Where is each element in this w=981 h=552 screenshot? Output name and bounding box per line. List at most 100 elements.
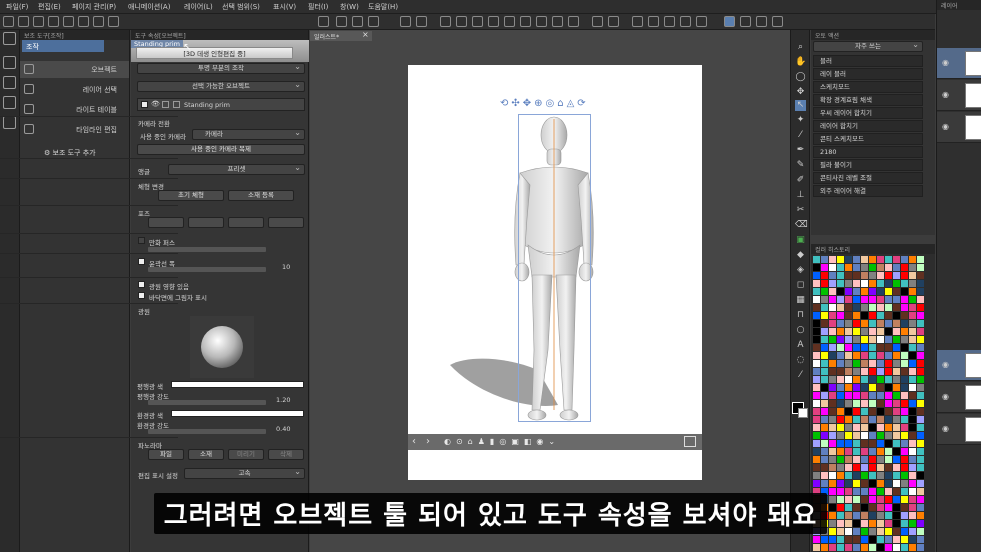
color-swatch[interactable] (845, 384, 852, 391)
color-swatch[interactable] (901, 368, 908, 375)
transparent-operation-dropdown[interactable]: 투명 부분의 조작 (137, 63, 305, 74)
color-swatch[interactable] (917, 304, 924, 311)
color-swatch[interactable] (877, 392, 884, 399)
color-swatch[interactable] (885, 360, 892, 367)
color-swatch[interactable] (885, 416, 892, 423)
color-swatch[interactable] (829, 344, 836, 351)
next-icon[interactable]: › (426, 436, 430, 447)
color-swatch[interactable] (829, 368, 836, 375)
color-swatch[interactable] (885, 424, 892, 431)
color-swatch[interactable] (829, 408, 836, 415)
layer-list-row[interactable]: 👁 Standing prim (137, 98, 305, 111)
color-swatch[interactable] (909, 272, 916, 279)
frame-icon[interactable]: ▦ (795, 295, 806, 306)
action-item[interactable]: 레이어 합치기 (813, 120, 923, 132)
blend-icon[interactable]: ▣ (795, 235, 806, 246)
color-swatch[interactable] (869, 408, 876, 415)
color-swatch[interactable] (837, 272, 844, 279)
menu-page-manage[interactable]: 페이지 관리(P) (72, 2, 116, 12)
color-swatch[interactable] (909, 336, 916, 343)
pose-register-button[interactable] (268, 217, 304, 228)
color-swatch[interactable] (821, 424, 828, 431)
color-swatch[interactable] (901, 360, 908, 367)
color-swatch[interactable] (917, 440, 924, 447)
parallel-light-intensity-slider[interactable] (148, 400, 266, 405)
edit-display-dropdown[interactable]: 고속 (184, 468, 305, 479)
color-swatch[interactable] (853, 384, 860, 391)
color-swatch[interactable] (853, 304, 860, 311)
color-swatch[interactable] (869, 312, 876, 319)
color-swatch[interactable] (901, 464, 908, 471)
color-swatch[interactable] (869, 352, 876, 359)
color-swatch[interactable] (853, 464, 860, 471)
color-swatch[interactable] (813, 416, 820, 423)
color-swatch[interactable] (837, 352, 844, 359)
color-swatch[interactable] (813, 472, 820, 479)
color-swatch[interactable] (917, 360, 924, 367)
airbrush-icon[interactable]: ⊥ (795, 190, 806, 201)
color-swatch[interactable] (901, 264, 908, 271)
clear-icon[interactable] (78, 16, 89, 27)
color-swatch[interactable] (893, 464, 900, 471)
color-swatch[interactable] (869, 368, 876, 375)
color-swatch[interactable] (869, 456, 876, 463)
color-swatch[interactable] (821, 344, 828, 351)
brush-active-icon[interactable] (724, 16, 735, 27)
color-swatch[interactable] (845, 328, 852, 335)
color-swatch[interactable] (837, 256, 844, 263)
color-swatch[interactable] (917, 296, 924, 303)
color-swatch[interactable] (837, 328, 844, 335)
material-icon[interactable] (3, 76, 16, 89)
color-swatch[interactable] (837, 440, 844, 447)
color-swatch[interactable] (837, 424, 844, 431)
color-swatch[interactable] (901, 424, 908, 431)
color-swatch[interactable] (901, 384, 908, 391)
color-swatch[interactable] (861, 360, 868, 367)
layer-row[interactable]: ◉ (937, 382, 981, 413)
color-swatch[interactable] (885, 312, 892, 319)
outline-width-checkbox[interactable] (138, 258, 145, 265)
color-swatch[interactable] (917, 264, 924, 271)
color-swatch[interactable] (893, 352, 900, 359)
layer-row[interactable]: ◉ (937, 350, 981, 381)
fill-icon[interactable] (664, 16, 675, 27)
register-material-button[interactable]: 소재 등록 (228, 190, 294, 201)
color-swatch[interactable] (893, 472, 900, 479)
color-swatch[interactable] (845, 344, 852, 351)
pose-button-1[interactable] (148, 217, 184, 228)
color-swatch[interactable] (909, 384, 916, 391)
hand-icon[interactable]: ✋ (795, 57, 806, 68)
color-swatch[interactable] (869, 424, 876, 431)
color-swatch[interactable] (853, 328, 860, 335)
color-swatch[interactable] (813, 376, 820, 383)
color-swatch[interactable] (893, 416, 900, 423)
undo-arrow-icon[interactable] (400, 16, 411, 27)
color-swatch[interactable] (821, 464, 828, 471)
paste-icon[interactable] (108, 16, 119, 27)
color-swatch[interactable] (885, 320, 892, 327)
color-swatch[interactable] (885, 368, 892, 375)
action-item[interactable]: 스케치모드 (813, 81, 923, 93)
color-swatch[interactable] (893, 344, 900, 351)
color-swatch[interactable] (829, 384, 836, 391)
panorama-delete-button[interactable]: 삭제 (268, 449, 304, 460)
color-swatch[interactable] (893, 280, 900, 287)
color-swatch[interactable] (909, 448, 916, 455)
color-swatch[interactable] (877, 464, 884, 471)
undo-icon[interactable] (48, 16, 59, 27)
color-swatch[interactable] (861, 472, 868, 479)
color-swatch[interactable] (861, 352, 868, 359)
color-swatch[interactable] (917, 344, 924, 351)
color-swatch[interactable] (893, 400, 900, 407)
magic-wand-icon[interactable]: ✦ (795, 115, 806, 126)
split-icon[interactable] (756, 16, 767, 27)
gradient-icon[interactable]: ◈ (795, 265, 806, 276)
initial-bodyshape-button[interactable]: 초기 체형 (158, 190, 224, 201)
color-swatch[interactable] (853, 432, 860, 439)
color-swatch[interactable] (837, 416, 844, 423)
color-swatch[interactable] (845, 416, 852, 423)
color-swatch[interactable] (901, 376, 908, 383)
color-swatch[interactable] (869, 256, 876, 263)
menu-selection[interactable]: 선택 범위(S) (222, 2, 260, 12)
color-swatch[interactable] (829, 456, 836, 463)
